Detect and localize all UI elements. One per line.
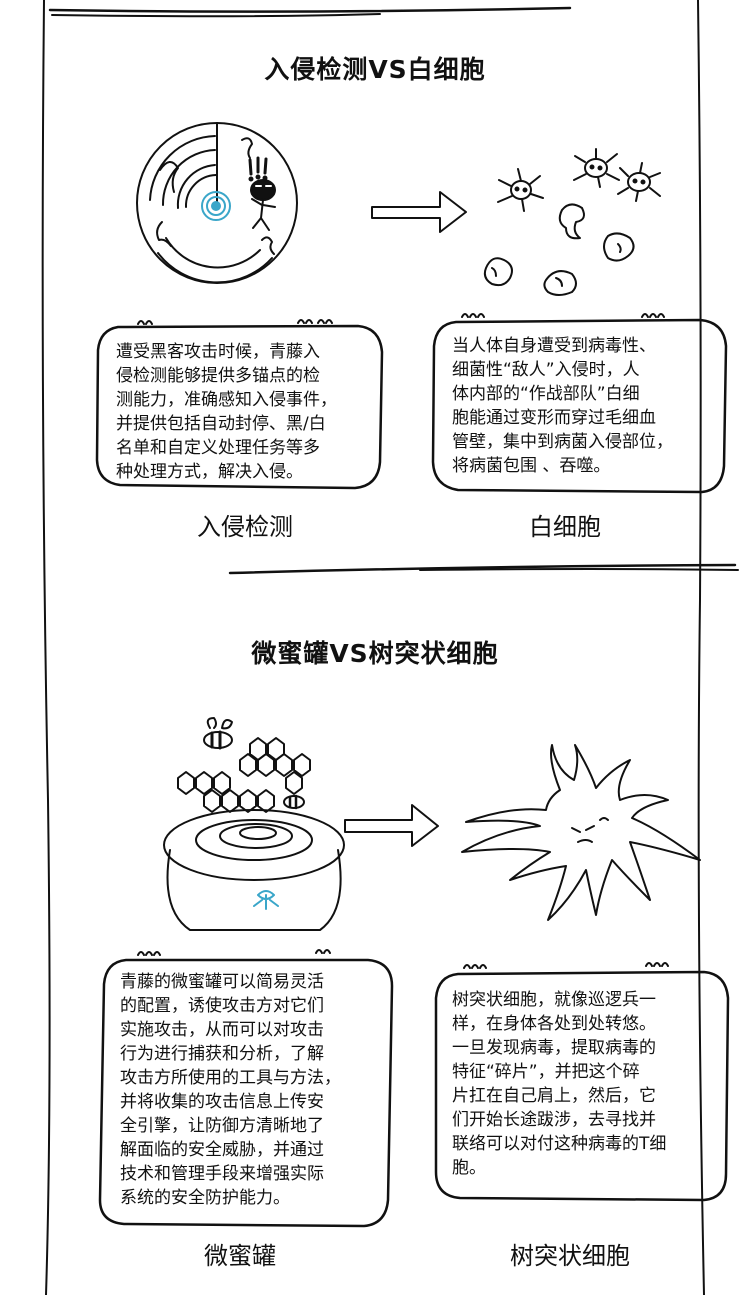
bubble-text-honeypot: 青藤的微蜜罐可以简易灵活 的配置，诱使攻击方对它们 实施攻击，从而可以对攻击 行… (120, 970, 341, 1210)
bubble-line: 并将收集的攻击信息上传安 (120, 1092, 324, 1112)
bubble-line: 全引擎，让防御方清晰地了 (120, 1116, 324, 1136)
bubble-line: 细菌性“敌人”入侵时，人 (452, 360, 640, 380)
bubble-line: 将病菌包围 、吞噬。 (452, 456, 611, 476)
bubble-line: 技术和管理手段来增强实际 (120, 1164, 324, 1184)
arrow-right-icon (344, 804, 439, 847)
bubble-line: 测能力，准确感知入侵事件， (116, 390, 337, 410)
bubble-line: 侵检测能够提供多锚点的检 (116, 366, 320, 386)
bubble-line: 片扛在自己肩上，然后，它 (452, 1086, 656, 1106)
bubble-line: 胞能通过变形而穿过毛细血 (452, 408, 656, 428)
bubble-line: 并提供包括自动封停、黑/白 (116, 414, 326, 434)
comic-page: 入侵检测VS白细胞 遭受黑客攻击时候，青藤入 侵检测能够提供多锚点的检 测能力，… (0, 0, 750, 1295)
bubble-line: 胞。 (452, 1158, 486, 1178)
dendritic-cell-illustration (461, 744, 701, 921)
caption-honeypot: 微蜜罐 (204, 1242, 276, 1270)
bubble-line: 解面临的安全威胁，并通过 (120, 1140, 324, 1160)
section-title-1: 入侵检测VS白细胞 (264, 55, 486, 84)
bubble-line: 联络可以对付这种病毒的T细 (452, 1134, 667, 1154)
bubble-line: 体内部的“作战部队”白细 (452, 384, 640, 404)
bubble-line: 名单和自定义处理任务等多 (116, 438, 320, 458)
bubble-line: 的配置，诱使攻击方对它们 (120, 996, 324, 1016)
bubble-line: 管壁，集中到病菌入侵部位， (452, 432, 673, 452)
bubble-text-white-cells: 当人体自身遭受到病毒性、 细菌性“敌人”入侵时，人 体内部的“作战部队”白细 胞… (452, 334, 673, 478)
arrow-right-icon (371, 191, 467, 233)
bubble-line: 系统的安全防护能力。 (120, 1188, 290, 1208)
bubble-line: 们开始长途跋涉，去寻找并 (452, 1110, 656, 1130)
white-cells-illustration (483, 148, 661, 296)
bubble-line: 样，在身体各处到处转悠。 (452, 1014, 656, 1034)
caption-intrusion-detection: 入侵检测 (197, 513, 293, 541)
section-title-2: 微蜜罐VS树突状细胞 (251, 639, 499, 668)
bubble-line: 特征“碎片”，并把这个碎 (452, 1062, 640, 1082)
intrusion-detection-illustration (136, 122, 298, 284)
bubble-line: 当人体自身遭受到病毒性、 (452, 336, 656, 356)
honeypot-illustration (163, 717, 345, 931)
bubble-text-dendritic-cell: 树突状细胞，就像巡逻兵一 样，在身体各处到处转悠。 一旦发现病毒，提取病毒的 特… (452, 988, 666, 1180)
bubble-line: 行为进行捕获和分析，了解 (120, 1044, 324, 1064)
bubble-line: 青藤的微蜜罐可以简易灵活 (120, 972, 324, 992)
bubble-line: 一旦发现病毒，提取病毒的 (452, 1038, 656, 1058)
bubble-line: 实施攻击，从而可以对攻击 (120, 1020, 324, 1040)
bubble-line: 种处理方式，解决入侵。 (116, 462, 303, 482)
bubble-line: 遭受黑客攻击时候，青藤入 (116, 342, 320, 362)
bubble-text-intrusion-detection: 遭受黑客攻击时候，青藤入 侵检测能够提供多锚点的检 测能力，准确感知入侵事件， … (116, 340, 337, 484)
bubble-line: 攻击方所使用的工具与方法， (120, 1068, 341, 1088)
bubble-line: 树突状细胞，就像巡逻兵一 (452, 990, 656, 1010)
caption-dendritic-cell: 树突状细胞 (510, 1242, 630, 1270)
caption-white-cells: 白细胞 (529, 513, 601, 541)
